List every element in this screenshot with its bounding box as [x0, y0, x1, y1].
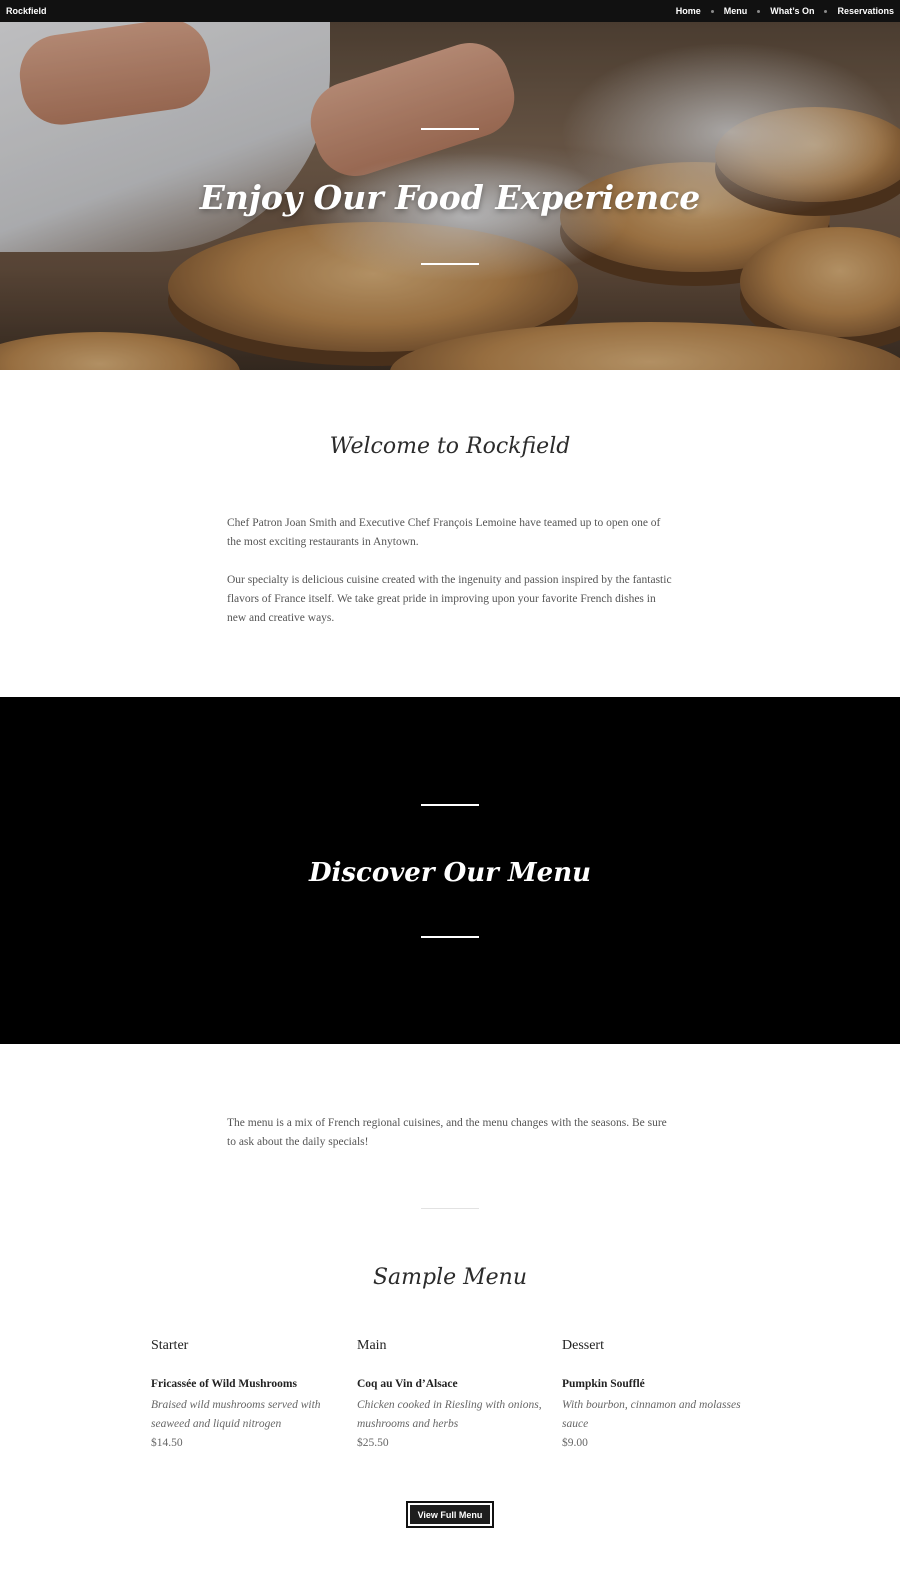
course-heading: Starter: [151, 1338, 189, 1353]
dish-description: Braised wild mushrooms served with seawe…: [151, 1399, 321, 1430]
top-navigation-bar: Rockfield Home Menu What’s On Reservatio…: [0, 0, 900, 22]
section-divider: [421, 1208, 479, 1209]
discover-title: Discover Our Menu: [308, 857, 592, 888]
nav-item-whats-on[interactable]: What’s On: [770, 6, 814, 16]
view-full-menu-label: View Full Menu: [410, 1505, 490, 1524]
hero-bottom-divider: [421, 262, 479, 265]
nav-item-home[interactable]: Home: [676, 6, 701, 16]
dish-description: Chicken cooked in Riesling with onions, …: [357, 1399, 542, 1430]
dish-price: $14.50: [151, 1437, 183, 1449]
dish-name: Pumpkin Soufflé: [562, 1378, 645, 1390]
welcome-paragraph-2: Our specialty is delicious cuisine creat…: [227, 574, 672, 624]
menu-column-dessert: Dessert Pumpkin Soufflé With bourbon, ci…: [562, 1338, 752, 1453]
menu-intro-text: The menu is a mix of French regional cui…: [227, 1117, 667, 1148]
dish-price: $25.50: [357, 1437, 389, 1449]
nav-separator: [710, 9, 714, 13]
nav-separator: [824, 9, 828, 13]
nav-item-reservations[interactable]: Reservations: [837, 6, 894, 16]
dish-name: Fricassée of Wild Mushrooms: [151, 1378, 297, 1390]
welcome-paragraph-1: Chef Patron Joan Smith and Executive Che…: [227, 517, 661, 548]
brand-logo-link[interactable]: Rockfield: [6, 6, 47, 16]
course-heading: Dessert: [562, 1338, 604, 1353]
menu-column-main: Main Coq au Vin d’Alsace Chicken cooked …: [357, 1338, 547, 1453]
hero-title: Enjoy Our Food Experience: [199, 177, 701, 217]
welcome-title: Welcome to Rockfield: [329, 434, 571, 459]
course-heading: Main: [357, 1338, 387, 1353]
view-full-menu-button[interactable]: View Full Menu: [406, 1501, 494, 1528]
nav-separator: [757, 9, 761, 13]
band-top-divider: [421, 803, 479, 806]
menu-column-starter: Starter Fricassée of Wild Mushrooms Brai…: [151, 1338, 341, 1453]
main-nav: Home Menu What’s On Reservations: [676, 6, 894, 16]
discover-menu-band: Discover Our Menu: [0, 697, 900, 1044]
nav-item-menu[interactable]: Menu: [724, 6, 748, 16]
dish-description: With bourbon, cinnamon and molasses sauc…: [562, 1399, 741, 1430]
sample-menu-title: Sample Menu: [372, 1265, 528, 1290]
hero-content: Enjoy Our Food Experience: [0, 22, 900, 370]
dish-price: $9.00: [562, 1437, 588, 1449]
hero-top-divider: [421, 127, 479, 130]
band-bottom-divider: [421, 935, 479, 938]
hero-section: Enjoy Our Food Experience: [0, 22, 900, 370]
dish-name: Coq au Vin d’Alsace: [357, 1378, 458, 1390]
